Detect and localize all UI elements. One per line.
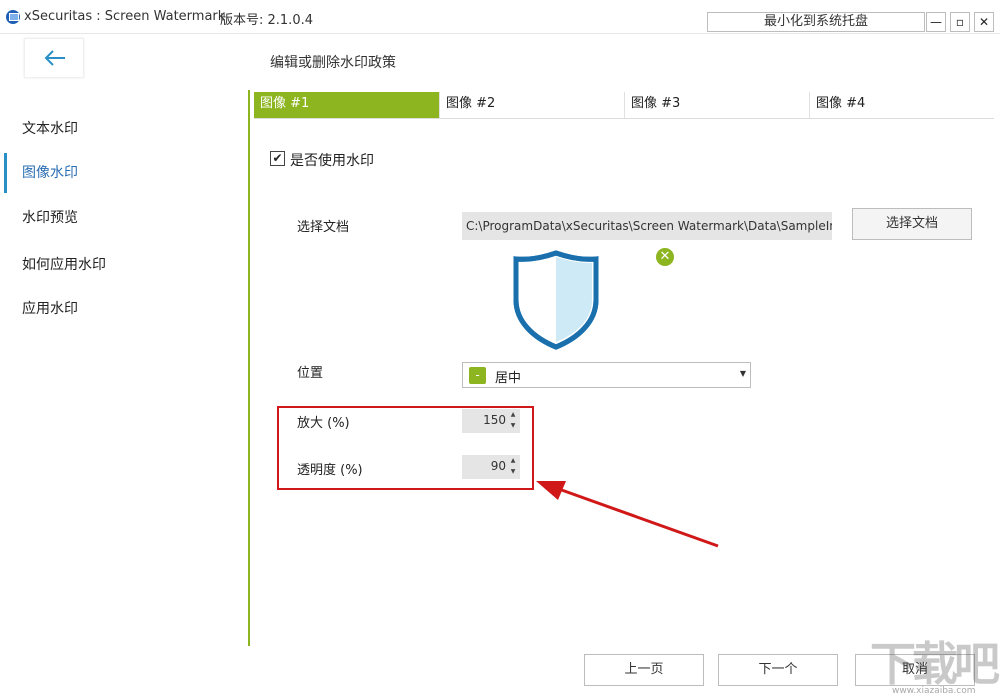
remove-image-icon[interactable]: ✕ <box>656 248 674 266</box>
use-watermark-checkbox[interactable]: ✔ <box>270 151 285 166</box>
position-marker-icon: - <box>469 367 486 384</box>
sidebar-divider <box>248 90 250 646</box>
watermark-logo-text: 下载吧 <box>870 637 1000 691</box>
header: 编辑或删除水印政策 <box>0 34 1000 89</box>
app-title: xSecuritas : Screen Watermark <box>24 9 226 24</box>
position-label: 位置 <box>297 366 324 381</box>
title-bar: xSecuritas : Screen Watermark 版本号: 2.1.0… <box>0 0 1000 34</box>
sidebar-item-how-to-apply[interactable]: 如何应用水印 <box>0 243 248 287</box>
app-icon <box>6 10 20 24</box>
tab-image-3[interactable]: 图像 #3 <box>624 92 809 118</box>
image-tabs: 图像 #1 图像 #2 图像 #3 图像 #4 <box>254 92 994 119</box>
page-title: 编辑或删除水印政策 <box>270 55 396 71</box>
minimize-button[interactable]: — <box>926 12 946 32</box>
version-label: 版本号: 2.1.0.4 <box>220 13 313 28</box>
arrow-left-icon <box>44 50 65 66</box>
annotation-highlight-box <box>277 406 534 490</box>
position-value: 居中 <box>495 371 522 386</box>
sidebar-item-apply-watermark[interactable]: 应用水印 <box>0 287 248 331</box>
position-select[interactable]: - 居中 ▼ <box>462 362 751 388</box>
chevron-down-icon: ▼ <box>739 369 746 378</box>
watermark-url: www.xiazaiba.com <box>892 686 976 696</box>
back-button[interactable] <box>24 38 84 78</box>
next-button[interactable]: 下一个 <box>718 654 838 686</box>
tab-image-4[interactable]: 图像 #4 <box>809 92 994 118</box>
close-button[interactable]: ✕ <box>974 12 994 32</box>
tab-image-2[interactable]: 图像 #2 <box>439 92 624 118</box>
site-watermark: 下载吧 www.xiazaiba.com <box>862 628 1000 698</box>
sidebar: 文本水印 图像水印 水印预览 如何应用水印 应用水印 <box>0 90 248 650</box>
select-doc-label: 选择文档 <box>297 220 350 235</box>
tab-image-1[interactable]: 图像 #1 <box>254 92 439 118</box>
minimize-to-tray-button[interactable]: 最小化到系统托盘 <box>707 12 925 32</box>
sidebar-item-text-watermark[interactable]: 文本水印 <box>0 107 248 151</box>
sidebar-item-watermark-preview[interactable]: 水印预览 <box>0 196 248 240</box>
maximize-button[interactable]: ▫ <box>950 12 970 32</box>
sidebar-item-image-watermark[interactable]: 图像水印 <box>0 151 248 195</box>
previous-button[interactable]: 上一页 <box>584 654 704 686</box>
use-watermark-label: 是否使用水印 <box>290 153 374 169</box>
select-doc-button[interactable]: 选择文档 <box>852 208 972 240</box>
doc-path-field: C:\ProgramData\xSecuritas\Screen Waterma… <box>462 212 832 240</box>
shield-icon <box>513 250 599 350</box>
